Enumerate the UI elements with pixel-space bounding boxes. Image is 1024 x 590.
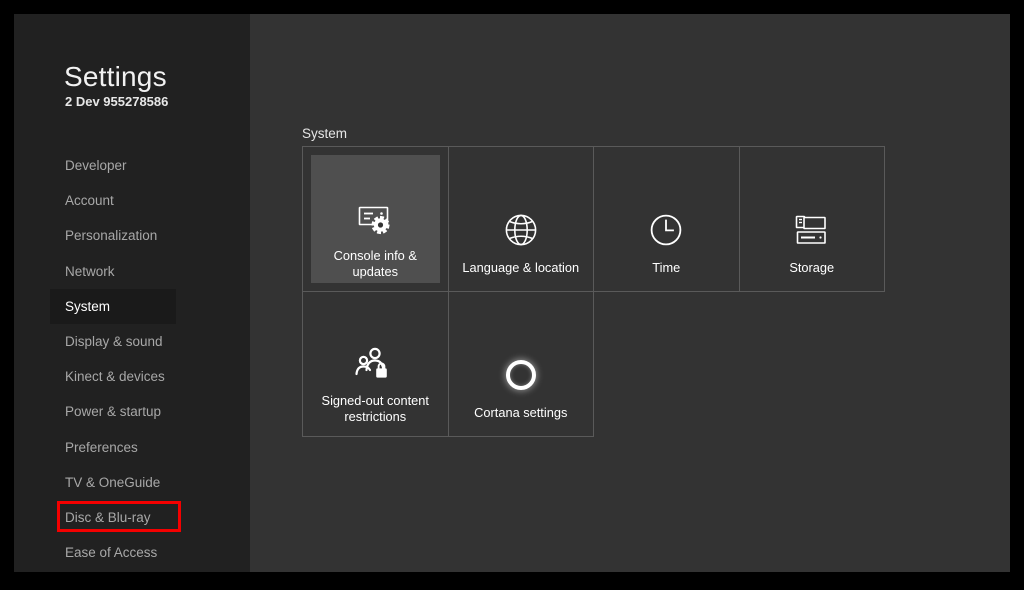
sidebar-item-label: Network xyxy=(65,263,115,279)
console-settings-icon xyxy=(355,194,395,242)
sidebar-item-label: TV & OneGuide xyxy=(65,474,161,490)
screen-frame: Settings 2 Dev 955278586 Developer Accoun… xyxy=(0,0,1024,590)
tile-console-info-updates[interactable]: Console info & updates xyxy=(302,146,449,292)
sidebar-item-label: Kinect & devices xyxy=(65,369,165,385)
section-title: System xyxy=(302,126,348,141)
tile-row: Console info & updates Language & locatio… xyxy=(302,146,885,292)
sidebar-item-power-startup[interactable]: Power & startup xyxy=(14,394,250,429)
sidebar-item-system[interactable]: System xyxy=(14,288,250,324)
sidebar-item-label: Personalization xyxy=(65,228,158,244)
sidebar-item-label: Ease of Access xyxy=(65,545,158,561)
settings-window: Settings 2 Dev 955278586 Developer Accoun… xyxy=(14,14,1010,572)
page-title: Settings xyxy=(64,61,167,92)
sidebar-item-personalization[interactable]: Personalization xyxy=(14,218,250,253)
sidebar-nav-list: Developer Account Personalization Network Sy… xyxy=(14,148,250,570)
sidebar-item-developer[interactable]: Developer xyxy=(14,148,250,183)
tile-label: Signed-out content restrictions xyxy=(321,393,429,424)
globe-icon xyxy=(502,206,540,254)
sidebar-item-preferences[interactable]: Preferences xyxy=(14,430,250,465)
sidebar-item-label: Power & startup xyxy=(65,404,162,420)
tile-label: Time xyxy=(652,259,681,275)
sidebar-item-ease-of-access[interactable]: Ease of Access xyxy=(14,535,250,570)
console-build-label: 2 Dev 955278586 xyxy=(65,94,169,109)
tile-language-location[interactable]: Language & location xyxy=(447,146,594,292)
sidebar-item-tv-oneguide[interactable]: TV & OneGuide xyxy=(14,465,250,500)
sidebar-item-kinect-devices[interactable]: Kinect & devices xyxy=(14,359,250,394)
sidebar-item-label: Display & sound xyxy=(65,334,163,350)
sidebar-item-display-sound[interactable]: Display & sound xyxy=(14,324,250,359)
tile-label: Console info & updates xyxy=(333,248,417,279)
sidebar-item-account[interactable]: Account xyxy=(14,183,250,218)
system-tile-grid: Console info & updates Language & locatio… xyxy=(302,146,885,437)
settings-sidebar: Settings 2 Dev 955278586 Developer Accoun… xyxy=(14,14,250,572)
tile-label: Cortana settings xyxy=(474,404,568,420)
tile-label: Storage xyxy=(789,259,835,275)
sidebar-item-label: System xyxy=(65,298,111,314)
tile-time[interactable]: Time xyxy=(593,146,740,292)
clock-icon xyxy=(648,206,684,254)
sidebar-item-network[interactable]: Network xyxy=(14,254,250,289)
tile-label: Language & location xyxy=(462,259,580,275)
sidebar-item-label: Disc & Blu-ray xyxy=(65,509,151,525)
tile-signed-out-content-restrictions[interactable]: Signed-out content restrictions xyxy=(302,291,449,437)
settings-content: System Console info & updates Language & … xyxy=(250,14,1010,572)
sidebar-item-label: Preferences xyxy=(65,439,138,455)
cortana-ring-icon xyxy=(505,351,536,399)
sidebar-item-disc-blu-ray[interactable]: Disc & Blu-ray xyxy=(14,500,250,535)
tile-cortana-settings[interactable]: Cortana settings xyxy=(447,291,594,437)
storage-drives-icon xyxy=(792,206,832,254)
people-lock-icon xyxy=(354,339,396,387)
sidebar-item-label: Developer xyxy=(65,158,127,174)
tile-row: Signed-out content restrictions Cortana s… xyxy=(302,291,884,437)
tile-storage[interactable]: Storage xyxy=(738,146,885,292)
sidebar-item-label: Account xyxy=(65,193,114,209)
